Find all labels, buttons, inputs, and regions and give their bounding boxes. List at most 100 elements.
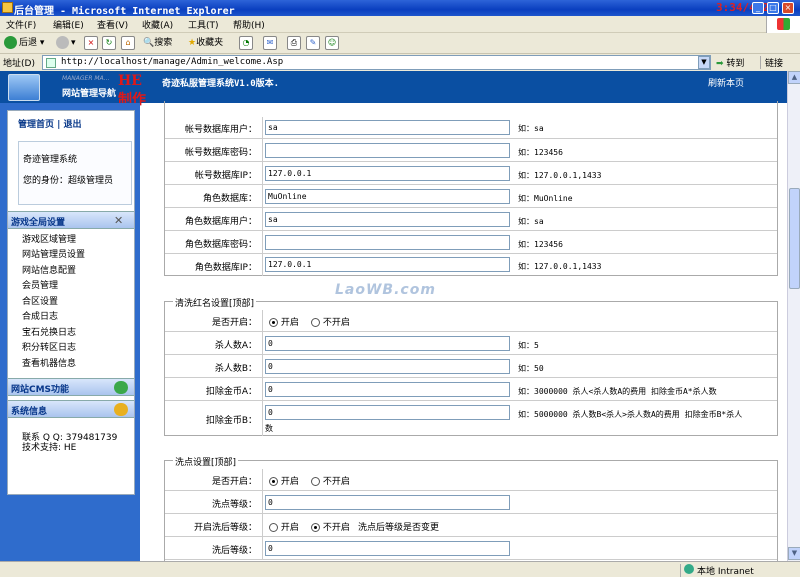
menu-file[interactable]: 文件(F) [6, 18, 36, 31]
sidebar-item-gem-log[interactable]: 宝石兑换日志 [22, 325, 76, 338]
form-row: 帐号数据库用户：sa如：sa [165, 117, 777, 139]
back-button[interactable]: 后退 ▾ [4, 36, 44, 51]
row-label: 角色数据库用户： [147, 214, 257, 227]
forward-arrow-icon [56, 36, 69, 49]
radio-label: 不开启 [323, 523, 350, 533]
gold-a-input[interactable]: 0 [265, 382, 510, 397]
info-identity: 您的身份：超级管理员 [23, 173, 113, 186]
messenger-icon[interactable]: ☺ [325, 36, 339, 50]
form-row: 杀人数A：0如：5 [165, 332, 777, 355]
scroll-down-icon[interactable]: ▼ [788, 547, 800, 560]
sidebar-section-cms[interactable]: 网站CMS功能 [8, 378, 134, 396]
maximize-button[interactable]: □ [767, 2, 779, 14]
row-hint-wrap: 数 [265, 423, 273, 434]
account-db-user-input[interactable]: sa [265, 120, 510, 135]
window-title: 后台管理 - Microsoft Internet Explorer [14, 2, 235, 17]
form-row: 是否开启： 开启 不开启 [165, 469, 777, 491]
row-hint: 如：123456 [518, 239, 563, 250]
menu-tools[interactable]: 工具(T) [188, 18, 219, 31]
back-arrow-icon [4, 36, 17, 49]
account-db-password-input[interactable] [265, 143, 510, 158]
kills-b-input[interactable]: 0 [265, 359, 510, 374]
row-hint: 如：sa [518, 123, 544, 134]
row-label: 扣除金币A： [147, 384, 257, 397]
radio-label: 开启 [281, 318, 299, 328]
points-off-radio[interactable]: 不开启 [311, 474, 350, 487]
row-label: 是否开启： [147, 474, 257, 487]
sidebar-section-sysinfo[interactable]: 系统信息 [8, 400, 134, 418]
after-off-radio[interactable]: 不开启 [311, 520, 350, 533]
points-on-radio[interactable]: 开启 [269, 474, 299, 487]
after-on-radio[interactable]: 开启 [269, 520, 299, 533]
history-icon[interactable]: ◔ [239, 36, 253, 50]
address-dropdown-icon[interactable]: ▼ [698, 56, 710, 69]
vertical-scrollbar[interactable]: ▲ ▼ [787, 71, 800, 561]
row-label: 杀人数A： [147, 338, 257, 351]
radio-label: 不开启 [323, 318, 350, 328]
minimize-button[interactable]: _ [752, 2, 764, 14]
favorites-button[interactable]: ★收藏夹 [188, 36, 223, 51]
sidebar-info-box: 奇迹管理系统 您的身份：超级管理员 [18, 141, 132, 205]
home-icon[interactable]: ⌂ [121, 36, 135, 50]
links-button[interactable]: 链接 [760, 56, 783, 69]
search-button[interactable]: 🔍搜索 [143, 36, 172, 51]
radio-label: 开启 [281, 523, 299, 533]
row-label: 洗后等级： [147, 543, 257, 556]
print-icon[interactable]: ⎙ [287, 36, 301, 50]
role-db-password-input[interactable] [265, 235, 510, 250]
scroll-up-icon[interactable]: ▲ [788, 71, 800, 84]
address-input[interactable]: http://localhost/manage/Admin_welcome.As… [42, 55, 711, 70]
sidebar-item-craft-log[interactable]: 合成日志 [22, 309, 58, 322]
sidebar-top-links[interactable]: 管理首页 | 退出 [18, 117, 82, 130]
sidebar-item-area[interactable]: 游戏区域管理 [22, 232, 76, 245]
points-section: 洗点设置[顶部] 是否开启： 开启 不开启 洗点等级：0 开启洗后等级： 开启 … [164, 460, 778, 561]
forward-button[interactable]: ▾ [56, 36, 76, 51]
sidebar-section-game[interactable]: 游戏全局设置 ✕ [8, 211, 134, 229]
menu-help[interactable]: 帮助(H) [233, 18, 265, 31]
sidebar-item-machine[interactable]: 查看机器信息 [22, 356, 76, 369]
refresh-icon[interactable]: ↻ [102, 36, 116, 50]
go-button[interactable]: ➡ 转到 [716, 56, 744, 69]
menu-view[interactable]: 查看(V) [97, 18, 128, 31]
sidebar-item-siteinfo[interactable]: 网站信息配置 [22, 263, 76, 276]
refresh-link[interactable]: 刷新本页 [708, 76, 744, 89]
row-hint: 如：3000000 杀人<杀人数A的费用 扣除金币A*杀人数 [518, 386, 717, 397]
gold-b-input[interactable]: 0 [265, 405, 510, 420]
computer-logo-icon [8, 74, 40, 101]
role-db-user-input[interactable]: sa [265, 212, 510, 227]
radio-checked-icon [269, 477, 278, 486]
after-level-input[interactable]: 0 [265, 541, 510, 556]
close-button[interactable]: × [782, 2, 794, 14]
sidebar-item-members[interactable]: 会员管理 [22, 278, 58, 291]
sidebar-item-admins[interactable]: 网站管理员设置 [22, 247, 85, 260]
sidebar-item-merge[interactable]: 合区设置 [22, 294, 58, 307]
row-label: 帐号数据库IP： [147, 168, 257, 181]
security-zone: 本地 Intranet [680, 564, 754, 577]
points-level-input[interactable]: 0 [265, 495, 510, 510]
status-bar: 本地 Intranet [0, 561, 800, 576]
role-db-ip-input[interactable]: 127.0.0.1 [265, 257, 510, 272]
menu-favorites[interactable]: 收藏(A) [142, 18, 173, 31]
edit-icon[interactable]: ✎ [306, 36, 320, 50]
account-db-ip-input[interactable]: 127.0.0.1 [265, 166, 510, 181]
redname-section: 清洗红名设置[顶部] 是否开启： 开启 不开启 杀人数A：0如：5 杀人数B：0… [164, 301, 778, 436]
mail-icon[interactable]: ✉ [263, 36, 277, 50]
stop-icon[interactable]: × [84, 36, 98, 50]
row-label: 角色数据库密码： [147, 237, 257, 250]
form-row: 角色数据库：MuOnline如：MuOnline [165, 185, 777, 208]
form-row: 帐号数据库IP：127.0.0.1如：127.0.0.1,1433 [165, 162, 777, 185]
form-row: 开启洗后等级： 开启 不开启 洗点后等级是否变更 [165, 514, 777, 537]
row-label: 杀人数B： [147, 361, 257, 374]
sidebar-item-points-log[interactable]: 积分转区日志 [22, 340, 76, 353]
form-row: 洗点等级：0 [165, 491, 777, 514]
intranet-icon [684, 564, 694, 574]
redname-on-radio[interactable]: 开启 [269, 315, 299, 328]
sidebar-panel: 管理首页 | 退出 奇迹管理系统 您的身份：超级管理员 游戏全局设置 ✕ 游戏区… [7, 110, 135, 495]
menu-edit[interactable]: 编辑(E) [53, 18, 84, 31]
redname-off-radio[interactable]: 不开启 [311, 315, 350, 328]
scroll-thumb[interactable] [789, 188, 800, 289]
role-db-input[interactable]: MuOnline [265, 189, 510, 204]
kills-a-input[interactable]: 0 [265, 336, 510, 351]
form-row: 杀人数B：0如：50 [165, 355, 777, 378]
address-url: http://localhost/manage/Admin_welcome.As… [61, 57, 283, 67]
